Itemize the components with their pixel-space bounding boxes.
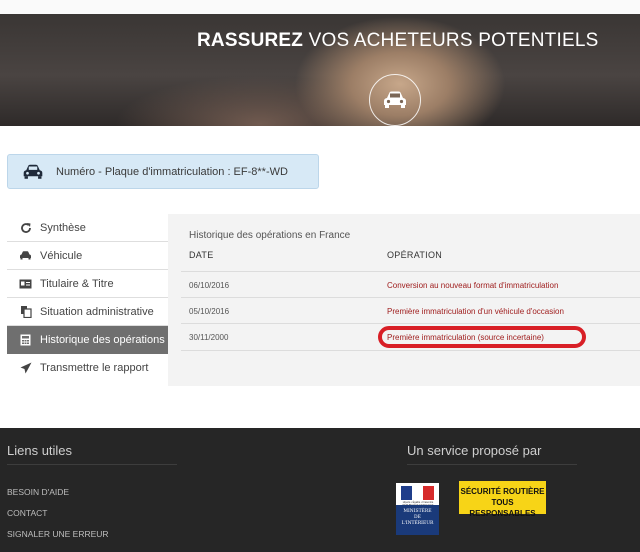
calculator-icon (19, 333, 32, 346)
row-date: 30/11/2000 (189, 333, 229, 342)
table-row: 06/10/2016 Conversion au nouveau format … (181, 271, 640, 298)
sidebar-item-label: Véhicule (40, 250, 83, 262)
car-icon (23, 164, 43, 179)
french-flag-icon (401, 486, 434, 500)
column-header-date: DATE (189, 250, 214, 260)
sidebar-item-label: Situation administrative (40, 306, 154, 318)
plate-number-text: Numéro - Plaque d'immatriculation : EF-8… (56, 166, 288, 178)
footer-link-erreur[interactable]: SIGNALER UNE ERREUR (7, 529, 109, 539)
row-operation: Première immatriculation d'un véhicule d… (387, 307, 564, 316)
car-icon (384, 91, 406, 108)
table-row: 30/11/2000 Première immatriculation (sou… (181, 323, 640, 351)
hero-title: RASSUREZ VOS ACHETEURS POTENTIELS (197, 30, 599, 51)
sidebar-item-transmettre[interactable]: Transmettre le rapport (7, 354, 168, 382)
sidebar-item-situation[interactable]: Situation administrative (7, 298, 168, 326)
history-panel: Historique des opérations en France DATE… (168, 214, 640, 386)
sidebar-item-titulaire[interactable]: Titulaire & Titre (7, 270, 168, 298)
ministere-interieur-logo: Liberté • Égalité • Fraternité RÉPUBLIQU… (396, 483, 439, 535)
sidebar-item-label: Historique des opérations (40, 334, 165, 346)
hero-banner: RASSUREZ VOS ACHETEURS POTENTIELS (0, 14, 640, 126)
row-date: 06/10/2016 (189, 281, 230, 290)
sidebar-item-label: Titulaire & Titre (40, 278, 114, 290)
sidebar-item-vehicule[interactable]: Véhicule (7, 242, 168, 270)
plate-number-box: Numéro - Plaque d'immatriculation : EF-8… (7, 154, 319, 189)
row-date: 05/10/2016 (189, 307, 230, 316)
sidebar-item-synthese[interactable]: Synthèse (7, 214, 168, 242)
highlight-ellipse (378, 326, 586, 348)
top-strip (0, 0, 640, 14)
documents-icon (19, 305, 32, 318)
send-icon (19, 361, 32, 374)
footer-links-title: Liens utiles (7, 443, 73, 458)
securite-routiere-logo: SÉCURITÉ ROUTIÈRE TOUS RESPONSABLES (459, 481, 546, 518)
ministry-name: MINISTÈRE DE L'INTÉRIEUR (396, 505, 439, 535)
refresh-icon (19, 221, 32, 234)
footer-divider (7, 464, 177, 465)
car-icon (19, 249, 32, 262)
id-card-icon (19, 277, 32, 290)
sidebar: Synthèse Véhicule Titulaire & Titre Situ… (7, 214, 168, 382)
table-row: 05/10/2016 Première immatriculation d'un… (181, 297, 640, 324)
hero-car-badge (369, 74, 421, 126)
sidebar-item-historique[interactable]: Historique des opérations (7, 326, 168, 354)
sidebar-item-label: Transmettre le rapport (40, 362, 149, 374)
history-title: Historique des opérations en France (189, 230, 351, 241)
sidebar-item-label: Synthèse (40, 222, 86, 234)
row-operation: Conversion au nouveau format d'immatricu… (387, 281, 559, 290)
footer-link-contact[interactable]: CONTACT (7, 508, 47, 518)
footer-link-aide[interactable]: BESOIN D'AIDE (7, 487, 69, 497)
column-header-operation: OPÉRATION (387, 250, 443, 260)
footer-service-title: Un service proposé par (407, 443, 542, 458)
footer-divider (407, 464, 577, 465)
